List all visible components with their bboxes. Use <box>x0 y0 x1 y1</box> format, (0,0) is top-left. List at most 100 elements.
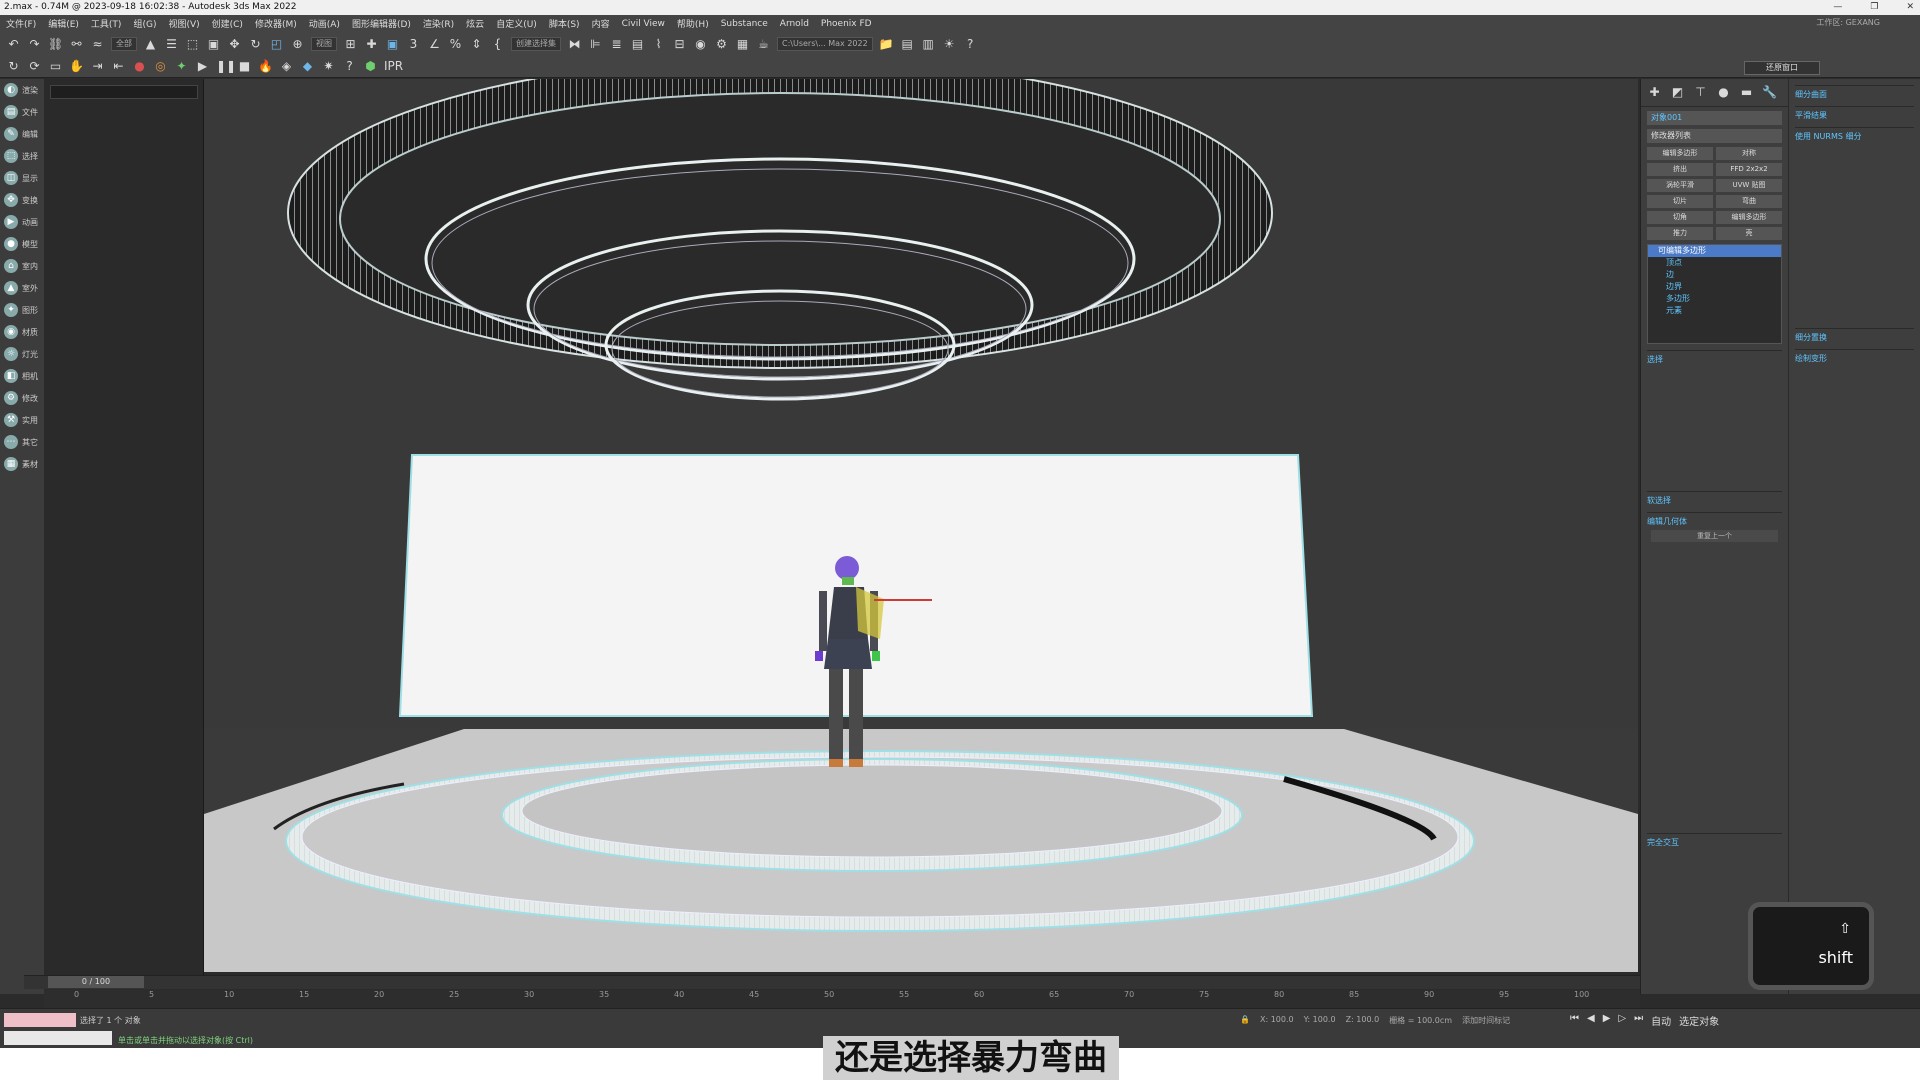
menu-customize[interactable]: 自定义(U) <box>496 17 537 30</box>
material-editor-icon[interactable]: ◉ <box>693 37 708 52</box>
left-item-transform[interactable]: ✥ 变换 <box>0 189 44 211</box>
maxscript-mini-listener[interactable] <box>4 1031 112 1045</box>
restore-window-button[interactable]: 还原窗口 <box>1744 61 1820 75</box>
menu-arnold[interactable]: Arnold <box>780 19 809 29</box>
select-manipulate-icon[interactable]: ✚ <box>364 37 379 52</box>
edit-named-selection-icon[interactable]: { <box>490 37 505 52</box>
plugin-icon[interactable]: ⬢ <box>363 59 378 74</box>
minimize-icon[interactable]: — <box>1833 0 1842 15</box>
rect-select-icon[interactable]: ⬚ <box>185 37 200 52</box>
left-item-camera[interactable]: ◧ 相机 <box>0 365 44 387</box>
stack-item-editable-poly[interactable]: 可编辑多边形 <box>1648 245 1781 257</box>
create-tab-icon[interactable]: ✚ <box>1647 85 1662 100</box>
mod-button[interactable]: 对称 <box>1716 147 1782 160</box>
display-tab-icon[interactable]: ▬ <box>1739 85 1754 100</box>
menu-modifiers[interactable]: 修改器(M) <box>255 17 297 30</box>
scatter-icon[interactable]: ✷ <box>321 59 336 74</box>
curve-editor-icon[interactable]: ⌇ <box>651 37 666 52</box>
left-item-modify[interactable]: ⚙ 修改 <box>0 387 44 409</box>
bind-spacewarp-icon[interactable]: ≈ <box>90 37 105 52</box>
coord-z[interactable]: Z: 100.0 <box>1346 1015 1380 1026</box>
mod-button[interactable]: 弯曲 <box>1716 195 1782 208</box>
keyboard-shortcut-icon[interactable]: ▣ <box>385 37 400 52</box>
play-icon[interactable]: ▶ <box>195 59 210 74</box>
new-file-icon[interactable]: ▭ <box>48 59 63 74</box>
mod-button[interactable]: UVW 贴图 <box>1716 179 1782 192</box>
open-icon[interactable]: ▤ <box>900 37 915 52</box>
menu-help[interactable]: 帮助(H) <box>677 17 709 30</box>
percent-snap-icon[interactable]: % <box>448 37 463 52</box>
left-item-interior[interactable]: ⌂ 室内 <box>0 255 44 277</box>
modify-tab-icon[interactable]: ◩ <box>1670 85 1685 100</box>
left-item-render[interactable]: ◐ 渲染 <box>0 79 44 101</box>
redo-icon[interactable]: ↷ <box>27 37 42 52</box>
selection-filter-dropdown[interactable]: 全部 <box>111 37 137 51</box>
layer-icon[interactable]: ≣ <box>609 37 624 52</box>
perspective-viewport[interactable] <box>204 79 1638 972</box>
menu-rendering[interactable]: 渲染(R) <box>423 17 454 30</box>
spinner-snap-icon[interactable]: ⇕ <box>469 37 484 52</box>
fire-icon[interactable]: 🔥 <box>258 59 273 74</box>
left-item-edit[interactable]: ✎ 编辑 <box>0 123 44 145</box>
menu-content[interactable]: 内容 <box>592 17 610 30</box>
help-icon[interactable]: ? <box>963 37 978 52</box>
mod-button[interactable]: 编辑多边形 <box>1647 147 1713 160</box>
scale-icon[interactable]: ◰ <box>269 37 284 52</box>
maximize-icon[interactable]: ❐ <box>1870 0 1878 15</box>
stack-sub-edge[interactable]: 边 <box>1648 269 1781 281</box>
time-slider[interactable]: 0 / 100 <box>48 976 144 988</box>
track-bar[interactable]: 0 5 10 15 20 25 30 35 40 45 50 55 60 65 … <box>44 990 1640 1008</box>
modifier-list-dropdown[interactable]: 修改器列表 <box>1647 129 1782 143</box>
project-path-dropdown[interactable]: C:\Users\... Max 2022 <box>777 37 873 51</box>
menu-animation[interactable]: 动画(A) <box>309 17 340 30</box>
left-item-exterior[interactable]: ▲ 室外 <box>0 277 44 299</box>
lock-icon[interactable]: 🔒 <box>1240 1015 1250 1026</box>
time-slider-track[interactable] <box>24 975 1640 989</box>
auto-key-button[interactable]: 自动 <box>1651 1013 1671 1028</box>
play-animation-icon[interactable]: ▶ <box>1603 1013 1611 1028</box>
scene-search-input[interactable] <box>50 85 198 99</box>
repeat-last-button[interactable]: 重复上一个 <box>1651 530 1778 542</box>
schematic-icon[interactable]: ⊟ <box>672 37 687 52</box>
align-icon[interactable]: ⊫ <box>588 37 603 52</box>
named-selection-dropdown[interactable]: 创建选择集 <box>511 37 561 51</box>
selected-object-dropdown[interactable]: 选定对象 <box>1679 1013 1719 1028</box>
pivot-icon[interactable]: ⊞ <box>343 37 358 52</box>
goto-end-icon[interactable]: ⏭ <box>1634 1013 1643 1028</box>
menu-civil-view[interactable]: Civil View <box>622 19 665 29</box>
left-item-model[interactable]: ● 模型 <box>0 233 44 255</box>
use-nurms-checkbox[interactable]: 使用 NURMS 细分 <box>1795 127 1914 142</box>
angle-snap-icon[interactable]: ∠ <box>427 37 442 52</box>
help-small-icon[interactable]: ? <box>342 59 357 74</box>
hand-icon[interactable]: ✋ <box>69 59 84 74</box>
stack-sub-element[interactable]: 元素 <box>1648 305 1781 317</box>
motion-tab-icon[interactable]: ● <box>1716 85 1731 100</box>
window-crossing-icon[interactable]: ▣ <box>206 37 221 52</box>
left-item-assets[interactable]: ▦ 素材 <box>0 453 44 475</box>
prev-frame-icon[interactable]: ◀ <box>1587 1013 1595 1028</box>
modifier-icon[interactable]: ◎ <box>153 59 168 74</box>
menu-xuanyun[interactable]: 炫云 <box>466 17 484 30</box>
close-icon[interactable]: ✕ <box>1906 0 1914 15</box>
goto-start-icon[interactable]: ⏮ <box>1570 1013 1579 1028</box>
mod-button[interactable]: 切片 <box>1647 195 1713 208</box>
poly-tool-icon[interactable]: ✦ <box>174 59 189 74</box>
menu-tools[interactable]: 工具(T) <box>91 17 122 30</box>
menu-scripting[interactable]: 脚本(S) <box>549 17 580 30</box>
left-item-shapes[interactable]: ✦ 图形 <box>0 299 44 321</box>
menu-edit[interactable]: 编辑(E) <box>48 17 79 30</box>
hierarchy-tab-icon[interactable]: ⊤ <box>1693 85 1708 100</box>
link-icon[interactable]: ⛓ <box>48 37 63 52</box>
left-item-lights[interactable]: ☼ 灯光 <box>0 343 44 365</box>
reference-coord-dropdown[interactable]: 视图 <box>311 37 337 51</box>
smooth-result-checkbox[interactable]: 平滑结果 <box>1795 106 1914 121</box>
next-frame-icon[interactable]: ▷ <box>1618 1013 1626 1028</box>
mod-button[interactable]: 壳 <box>1716 227 1782 240</box>
mod-button[interactable]: 推力 <box>1647 227 1713 240</box>
record-icon[interactable]: ● <box>132 59 147 74</box>
left-item-material[interactable]: ◉ 材质 <box>0 321 44 343</box>
mod-button[interactable]: 切角 <box>1647 211 1713 224</box>
mod-button[interactable]: 涡轮平滑 <box>1647 179 1713 192</box>
import-icon[interactable]: ⇤ <box>111 59 126 74</box>
stack-sub-vertex[interactable]: 顶点 <box>1648 257 1781 269</box>
